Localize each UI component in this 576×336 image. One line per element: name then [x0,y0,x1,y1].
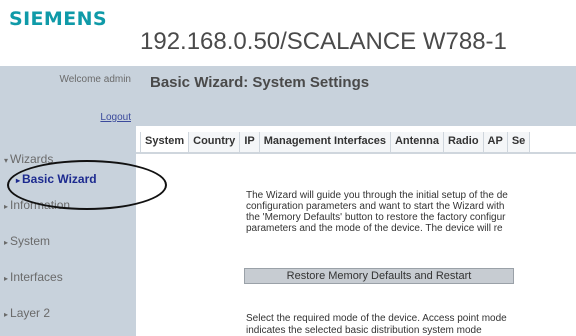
tab-security[interactable]: Se [507,132,531,152]
intro-line: configuration parameters and want to sta… [246,201,505,212]
tab-country[interactable]: Country [189,132,241,152]
sidebar-item-information[interactable]: ▸ Information [4,198,70,212]
sidebar-item-label: Basic Wizard [22,172,97,186]
sidebar-item-label: Information [10,198,71,212]
sidebar-item-layer-2[interactable]: ▸ Layer 2 [4,306,50,320]
tab-divider [136,152,576,154]
chevron-right-icon: ▸ [4,274,9,283]
sidebar-item-basic-wizard[interactable]: ▸ Basic Wizard [16,172,97,186]
sidebar-item-label: Wizards [10,152,54,166]
restore-defaults-button[interactable]: Restore Memory Defaults and Restart [244,268,514,284]
chevron-right-icon: ▸ [4,238,9,247]
sidebar-item-label: Layer 2 [10,306,51,320]
wizard-intro-text: The Wizard will guide you through the in… [246,190,576,234]
intro-line: parameters and the mode of the device. T… [246,223,503,234]
device-title: 192.168.0.50/SCALANCE W788-1 [140,28,507,55]
content-header: Basic Wizard: System Settings [136,66,576,126]
logout-link[interactable]: Logout [100,112,131,123]
tab-ap[interactable]: AP [483,132,508,152]
sidebar-item-interfaces[interactable]: ▸ Interfaces [4,270,63,284]
tab-radio[interactable]: Radio [443,132,484,152]
sidebar-item-system[interactable]: ▸ System [4,234,50,248]
tab-system[interactable]: System [141,132,190,152]
sidebar: Welcome admin Logout ▾ Wizards ▸ Basic Wiz… [0,66,136,336]
sidebar-item-label: Interfaces [10,270,63,284]
siemens-logo: SIEMENS [9,8,108,30]
chevron-right-icon: ▸ [4,202,9,211]
sidebar-item-wizards[interactable]: ▾ Wizards [4,152,53,166]
tab-antenna[interactable]: Antenna [390,132,444,152]
tab-bar: System Country IP Management Interfaces … [140,132,531,152]
intro-line: the 'Memory Defaults' button to restore … [246,212,506,223]
tab-management-interfaces[interactable]: Management Interfaces [259,132,391,152]
page-title: Basic Wizard: System Settings [150,74,370,91]
tab-ip[interactable]: IP [240,132,260,152]
chevron-right-icon: ▸ [4,310,9,319]
sidebar-item-label: System [10,234,51,248]
chevron-down-icon: ▾ [4,156,9,165]
mode-description-partial: indicates the selected basic distributio… [246,325,482,336]
chevron-right-icon: ▸ [16,176,21,185]
intro-line: The Wizard will guide you through the in… [246,190,508,201]
welcome-text: Welcome admin [59,74,131,85]
mode-description: Select the required mode of the device. … [246,313,507,324]
